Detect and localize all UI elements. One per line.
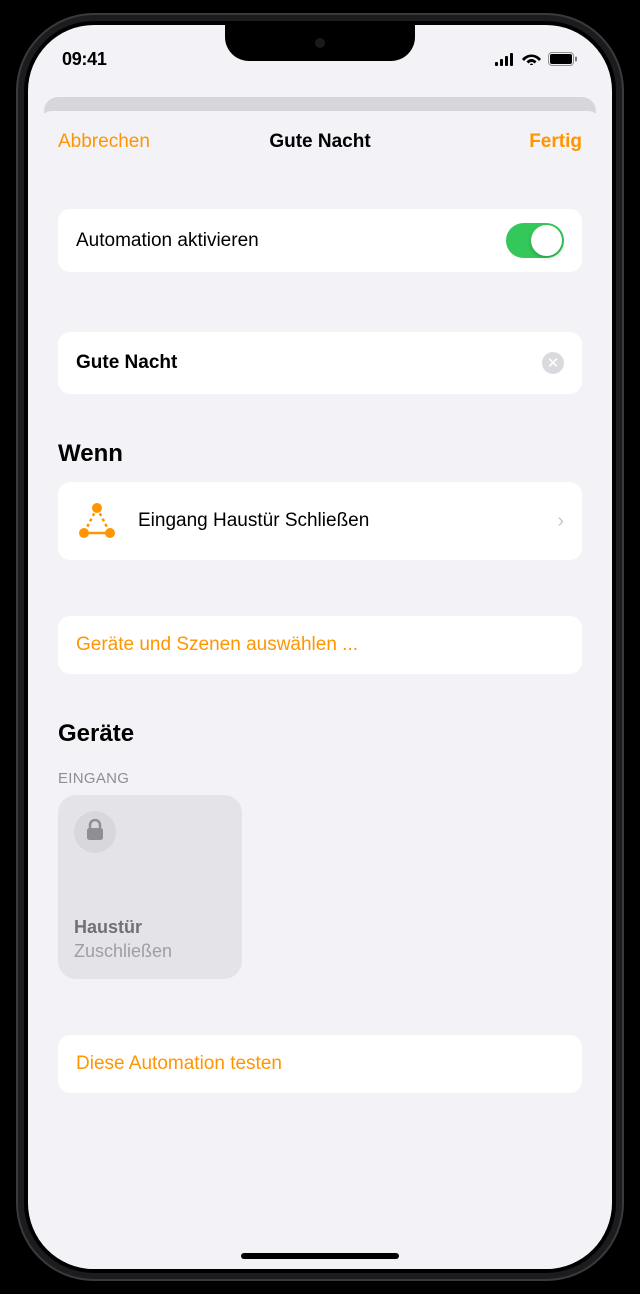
modal-sheet: Abbrechen Gute Nacht Fertig Automation a…: [38, 111, 602, 1269]
select-devices-scenes-button[interactable]: Geräte und Szenen auswählen ...: [58, 616, 582, 674]
when-section-header: Wenn: [58, 440, 582, 468]
battery-icon: [548, 52, 578, 66]
device-icon-wrap: [74, 811, 116, 853]
nav-bar: Abbrechen Gute Nacht Fertig: [38, 111, 602, 169]
cancel-button[interactable]: Abbrechen: [58, 131, 168, 153]
device-tile[interactable]: Haustür Zuschließen: [58, 795, 242, 979]
phone-frame: 09:41 Abbrechen Gute Nacht Fertig: [16, 13, 624, 1281]
enable-automation-label: Automation aktivieren: [76, 230, 259, 252]
trigger-row[interactable]: Eingang Haustür Schließen ›: [58, 482, 582, 560]
test-automation-label: Diese Automation testen: [76, 1053, 282, 1074]
done-button[interactable]: Fertig: [472, 131, 582, 153]
clear-text-button[interactable]: ✕: [542, 352, 564, 374]
device-group-label: EINGANG: [58, 770, 582, 787]
chevron-right-icon: ›: [557, 510, 564, 533]
automation-name-input[interactable]: [76, 352, 542, 374]
device-name: Haustür: [74, 916, 226, 939]
status-time: 09:41: [62, 49, 107, 70]
device-tile-text: Haustür Zuschließen: [74, 916, 226, 963]
test-automation-button[interactable]: Diese Automation testen: [58, 1035, 582, 1093]
enable-automation-card: Automation aktivieren: [58, 209, 582, 272]
wifi-icon: [522, 52, 541, 66]
nav-title: Gute Nacht: [269, 131, 370, 153]
select-devices-scenes-label: Geräte und Szenen auswählen ...: [76, 634, 358, 655]
sheet-content[interactable]: Automation aktivieren ✕ Wenn: [38, 169, 602, 1269]
device-action: Zuschließen: [74, 940, 226, 963]
lock-icon: [85, 819, 105, 846]
notch: [225, 25, 415, 61]
automation-name-card: ✕: [58, 332, 582, 394]
status-icons: [495, 52, 578, 66]
cellular-signal-icon: [495, 53, 515, 66]
close-icon: ✕: [547, 356, 560, 371]
enable-automation-row: Automation aktivieren: [58, 209, 582, 272]
home-indicator[interactable]: [241, 1253, 399, 1259]
trigger-label: Eingang Haustür Schließen: [138, 510, 537, 532]
enable-automation-toggle[interactable]: [506, 223, 564, 258]
devices-section-header: Geräte: [58, 720, 582, 748]
automation-trigger-icon: [76, 500, 118, 542]
screen: 09:41 Abbrechen Gute Nacht Fertig: [28, 25, 612, 1269]
